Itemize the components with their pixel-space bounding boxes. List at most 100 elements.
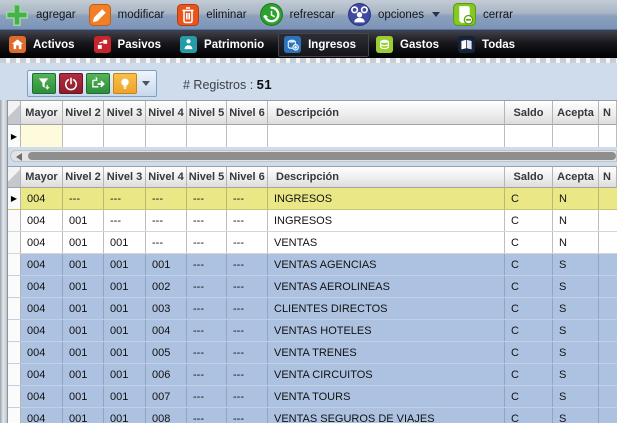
table-cell[interactable]: S: [553, 320, 599, 341]
table-cell[interactable]: C: [505, 320, 553, 341]
table-cell[interactable]: 001: [63, 276, 104, 297]
filter-column-header[interactable]: Descripción: [268, 101, 505, 125]
table-cell[interactable]: 001: [63, 364, 104, 385]
table-cell[interactable]: ---: [227, 320, 268, 341]
filter-cell[interactable]: [63, 125, 104, 147]
table-cell[interactable]: 001: [104, 364, 146, 385]
main-column-header[interactable]: Saldo: [505, 167, 553, 188]
table-cell[interactable]: S: [553, 276, 599, 297]
tab-gastos[interactable]: Gastos: [371, 33, 451, 57]
table-cell[interactable]: ---: [187, 188, 227, 209]
filter-cell[interactable]: [553, 125, 599, 147]
tips-button[interactable]: [113, 73, 137, 94]
table-cell[interactable]: ---: [187, 320, 227, 341]
filter-cell[interactable]: [268, 125, 505, 147]
scroll-left-arrow-icon[interactable]: [16, 153, 22, 161]
table-cell[interactable]: 001: [104, 342, 146, 363]
table-cell[interactable]: S: [553, 408, 599, 423]
table-cell[interactable]: 001: [146, 254, 187, 275]
table-cell[interactable]: ---: [187, 342, 227, 363]
tips-dropdown-arrow-icon[interactable]: [142, 81, 150, 86]
table-cell[interactable]: ---: [63, 188, 104, 209]
table-cell[interactable]: N: [553, 188, 599, 209]
main-column-header[interactable]: Nivel 3: [104, 167, 146, 188]
table-cell[interactable]: C: [505, 254, 553, 275]
table-cell[interactable]: VENTAS AEROLINEAS: [268, 276, 505, 297]
tab-todas[interactable]: Todas: [453, 33, 527, 57]
table-row[interactable]: 004001001007------VENTA TOURSCS: [8, 386, 617, 408]
table-cell[interactable]: 004: [21, 386, 63, 407]
table-cell[interactable]: VENTA CIRCUITOS: [268, 364, 505, 385]
table-cell[interactable]: 004: [21, 232, 63, 253]
filter-column-header[interactable]: Nivel 3: [104, 101, 146, 125]
table-cell[interactable]: 004: [21, 320, 63, 341]
table-cell[interactable]: ---: [104, 210, 146, 231]
tab-patrimonio[interactable]: Patrimonio: [175, 33, 276, 57]
scrollbar-thumb[interactable]: [28, 152, 616, 160]
main-column-header[interactable]: Nivel 2: [63, 167, 104, 188]
table-cell[interactable]: 001: [63, 254, 104, 275]
table-cell[interactable]: ---: [227, 210, 268, 231]
table-cell[interactable]: VENTA TRENES: [268, 342, 505, 363]
table-cell[interactable]: CLIENTES DIRECTOS: [268, 298, 505, 319]
table-row[interactable]: 004001001008------VENTAS SEGUROS DE VIAJ…: [8, 408, 617, 423]
table-cell[interactable]: 001: [104, 254, 146, 275]
table-cell[interactable]: INGRESOS: [268, 188, 505, 209]
refresh-button[interactable]: refrescar: [257, 1, 341, 28]
filter-cell[interactable]: [104, 125, 146, 147]
table-cell[interactable]: VENTAS AGENCIAS: [268, 254, 505, 275]
table-cell[interactable]: ---: [146, 188, 187, 209]
edit-button[interactable]: modificar: [86, 2, 171, 28]
table-cell[interactable]: C: [505, 408, 553, 423]
tab-ingresos[interactable]: Ingresos: [278, 33, 369, 57]
table-cell[interactable]: N: [553, 232, 599, 253]
table-cell[interactable]: 004: [21, 188, 63, 209]
table-cell[interactable]: 004: [21, 210, 63, 231]
table-cell[interactable]: S: [553, 342, 599, 363]
table-row[interactable]: 004001001006------VENTA CIRCUITOSCS: [8, 364, 617, 386]
table-cell[interactable]: C: [505, 210, 553, 231]
main-column-header[interactable]: Nivel 6: [227, 167, 268, 188]
table-row[interactable]: 004001001---------VENTASCN: [8, 232, 617, 254]
filter-cell[interactable]: [21, 125, 63, 147]
table-cell[interactable]: S: [553, 364, 599, 385]
table-cell[interactable]: C: [505, 188, 553, 209]
power-button[interactable]: [59, 73, 83, 94]
table-row[interactable]: 004001001003------CLIENTES DIRECTOSCS: [8, 298, 617, 320]
table-cell[interactable]: VENTAS HOTELES: [268, 320, 505, 341]
close-button[interactable]: cerrar: [450, 1, 519, 28]
table-cell[interactable]: 005: [146, 342, 187, 363]
main-column-header[interactable]: Nivel 5: [187, 167, 227, 188]
table-cell[interactable]: ---: [187, 232, 227, 253]
filter-cell[interactable]: [599, 125, 617, 147]
table-cell[interactable]: 001: [104, 232, 146, 253]
main-column-header[interactable]: Descripción: [268, 167, 505, 188]
table-cell[interactable]: 001: [63, 320, 104, 341]
filter-column-header[interactable]: Acepta: [553, 101, 599, 125]
filter-column-header[interactable]: Mayor: [21, 101, 63, 125]
main-column-header[interactable]: Mayor: [21, 167, 63, 188]
table-cell[interactable]: ---: [227, 254, 268, 275]
table-row[interactable]: 004001001002------VENTAS AEROLINEASCS: [8, 276, 617, 298]
filter-column-header[interactable]: Nivel 6: [227, 101, 268, 125]
table-cell[interactable]: ---: [227, 298, 268, 319]
add-button[interactable]: agregar: [2, 1, 82, 29]
table-cell[interactable]: VENTAS: [268, 232, 505, 253]
table-cell[interactable]: ---: [227, 364, 268, 385]
table-cell[interactable]: 001: [104, 276, 146, 297]
table-cell[interactable]: 002: [146, 276, 187, 297]
table-cell[interactable]: ---: [227, 188, 268, 209]
table-cell[interactable]: 001: [63, 298, 104, 319]
table-cell[interactable]: ---: [146, 232, 187, 253]
table-row[interactable]: ▶004---------------INGRESOSCN: [8, 188, 617, 210]
options-dropdown-arrow-icon[interactable]: [432, 12, 440, 17]
table-cell[interactable]: 001: [104, 386, 146, 407]
table-cell[interactable]: 004: [21, 254, 63, 275]
table-cell[interactable]: 001: [63, 408, 104, 423]
table-cell[interactable]: 001: [63, 342, 104, 363]
filter-column-header[interactable]: Nivel 5: [187, 101, 227, 125]
table-row[interactable]: 004001001005------VENTA TRENESCS: [8, 342, 617, 364]
table-cell[interactable]: ---: [227, 276, 268, 297]
table-cell[interactable]: ---: [227, 408, 268, 423]
options-button[interactable]: opciones: [345, 1, 446, 28]
